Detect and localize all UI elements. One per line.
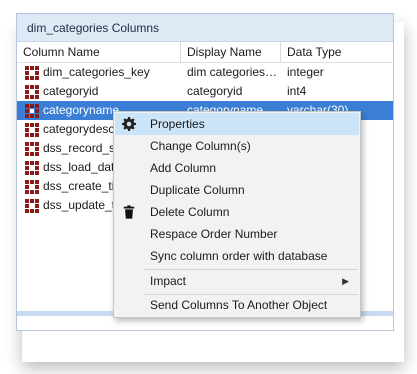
header-data-type[interactable]: Data Type	[281, 42, 393, 62]
panel-title: dim_categories Columns	[17, 14, 393, 42]
menu-item-respace-order[interactable]: Respace Order Number	[115, 223, 359, 245]
menu-item-label: Sync column order with database	[150, 249, 328, 263]
menu-item-label: Duplicate Column	[150, 183, 245, 197]
cell-column-name: categoryid	[43, 84, 99, 98]
menu-item-send-columns[interactable]: Send Columns To Another Object	[115, 294, 359, 316]
column-icon	[25, 122, 39, 137]
column-icon	[25, 84, 39, 99]
column-headers: Column Name Display Name Data Type	[17, 42, 393, 63]
menu-item-change-columns[interactable]: Change Column(s)	[115, 135, 359, 157]
submenu-arrow-icon: ▶	[342, 276, 349, 286]
table-row[interactable]: dim_categories_key dim categories… integ…	[17, 63, 393, 82]
trash-icon	[123, 205, 135, 219]
column-icon	[25, 141, 39, 156]
cell-column-name: dim_categories_key	[43, 65, 150, 79]
menu-item-label: Impact	[150, 274, 187, 288]
cell-display-name: categoryid	[187, 84, 243, 98]
menu-item-label: Properties	[150, 117, 205, 131]
cell-data-type: integer	[287, 65, 324, 79]
menu-item-properties[interactable]: Properties	[115, 113, 359, 135]
column-icon	[25, 160, 39, 175]
cell-data-type: int4	[287, 84, 307, 98]
column-icon	[25, 65, 39, 80]
column-icon	[25, 198, 39, 213]
column-icon	[25, 179, 39, 194]
menu-item-label: Delete Column	[150, 205, 230, 219]
menu-item-duplicate-column[interactable]: Duplicate Column	[115, 179, 359, 201]
menu-item-sync-column-order[interactable]: Sync column order with database	[115, 245, 359, 267]
menu-item-label: Respace Order Number	[150, 227, 278, 241]
column-icon	[25, 103, 39, 118]
menu-item-label: Add Column	[150, 161, 217, 175]
menu-item-label: Send Columns To Another Object	[150, 298, 328, 312]
header-column-name[interactable]: Column Name	[17, 42, 181, 62]
menu-item-label: Change Column(s)	[150, 139, 251, 153]
context-menu: Properties Change Column(s) Add Column D…	[113, 111, 361, 318]
menu-item-add-column[interactable]: Add Column	[115, 157, 359, 179]
cell-display-name: dim categories…	[187, 65, 278, 79]
gear-icon	[122, 117, 136, 131]
menu-item-impact[interactable]: Impact ▶	[115, 270, 359, 292]
header-display-name[interactable]: Display Name	[181, 42, 281, 62]
menu-item-delete-column[interactable]: Delete Column	[115, 201, 359, 223]
table-row[interactable]: categoryid categoryid int4	[17, 82, 393, 101]
